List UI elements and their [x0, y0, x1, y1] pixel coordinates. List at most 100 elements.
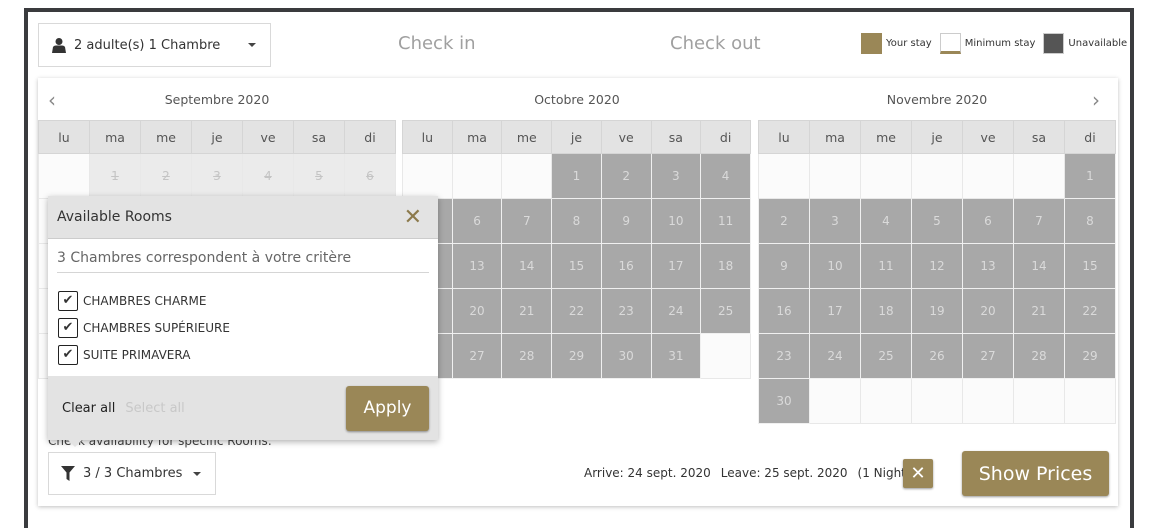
guests-label: 2 adulte(s) 1 Chambre [74, 37, 221, 53]
day-cell: 15 [1064, 243, 1116, 289]
room-option-primavera[interactable]: ✔ SUITE PRIMAVERA [58, 341, 438, 368]
legend-label-your-stay: Your stay [886, 38, 932, 49]
week-row: 567891011 [402, 198, 751, 244]
weekday-me: me [501, 120, 553, 154]
guests-dropdown[interactable]: 2 adulte(s) 1 Chambre [38, 23, 271, 67]
checkbox-checked-icon[interactable]: ✔ [58, 290, 78, 311]
day-cell: 16 [600, 243, 652, 289]
weekday-ve: ve [962, 120, 1014, 154]
room-filter-dropdown[interactable]: 3 / 3 Chambres [48, 452, 216, 495]
check-out-field[interactable]: Check out [670, 33, 761, 54]
day-cell: 1 [551, 153, 602, 199]
weekday-je: je [911, 120, 963, 154]
select-all-link[interactable]: Select all [125, 401, 346, 416]
day-cell: 8 [1064, 198, 1116, 244]
day-cell: 7 [1013, 198, 1065, 244]
weekday-lu: lu [758, 120, 810, 154]
weekday-je: je [551, 120, 602, 154]
day-cell: 26 [911, 333, 963, 379]
day-cell: 19 [911, 288, 963, 334]
chevron-down-icon [248, 43, 256, 47]
leave-date: Leave: 25 sept. 2020 [720, 466, 848, 480]
week-row: 19202122232425 [402, 288, 751, 334]
day-cell: 27 [962, 333, 1014, 379]
week-row: 23 24 25 26 27 28 29 [758, 333, 1116, 379]
day-cell: 1 [1064, 153, 1116, 199]
weekday-je: je [191, 120, 243, 154]
day-cell: 30 [600, 333, 652, 379]
empty-cell [451, 153, 503, 199]
day-cell: 11 [860, 243, 912, 289]
month-title-november: Novembre 2020 [886, 92, 988, 107]
day-cell: 4 [242, 153, 294, 199]
empty-cell [38, 153, 90, 199]
room-option-charme[interactable]: ✔ CHAMBRES CHARME [58, 287, 438, 314]
weekday-me: me [140, 120, 192, 154]
empty-cell [860, 378, 912, 424]
week-row: 123456 [38, 153, 396, 199]
close-icon[interactable]: ✕ [404, 205, 422, 230]
week-row: 9 10 11 12 13 14 15 [758, 243, 1116, 289]
user-icon [52, 38, 66, 53]
clear-all-link[interactable]: Clear all [62, 401, 115, 416]
check-in-field[interactable]: Check in [398, 33, 476, 54]
empty-cell [700, 333, 751, 379]
show-prices-button[interactable]: Show Prices [962, 451, 1109, 496]
day-cell: 4 [860, 198, 912, 244]
day-cell: 20 [451, 288, 503, 334]
legend-label-unavailable: Unavailable [1068, 38, 1128, 49]
popover-header: Available Rooms ✕ [48, 196, 438, 239]
day-cell: 24 [650, 288, 702, 334]
day-cell: 31 [650, 333, 702, 379]
week-row: 16 17 18 19 20 21 22 [758, 288, 1116, 334]
empty-cell [1064, 378, 1116, 424]
month-grid-november: lu ma me je ve sa di 1 2 3 4 5 6 7 8 9 10 11 12 13 14 15 16 17 1… [758, 120, 1116, 424]
apply-button[interactable]: Apply [346, 385, 429, 431]
chevron-down-icon [193, 471, 201, 476]
day-cell: 11 [700, 198, 751, 244]
day-cell: 1 [89, 153, 141, 199]
popover-footer: Clear all Select all Apply [48, 376, 438, 440]
day-cell: 17 [809, 288, 861, 334]
day-cell: 21 [1013, 288, 1065, 334]
weekday-ve: ve [600, 120, 652, 154]
day-cell: 7 [501, 198, 553, 244]
checkbox-checked-icon[interactable]: ✔ [58, 317, 78, 338]
empty-cell [911, 153, 963, 199]
room-label: SUITE PRIMAVERA [83, 347, 191, 362]
day-cell: 9 [758, 243, 810, 289]
day-cell: 4 [700, 153, 751, 199]
day-cell: 18 [700, 243, 751, 289]
empty-cell [911, 378, 963, 424]
day-cell: 23 [600, 288, 652, 334]
weekday-lu: lu [402, 120, 453, 154]
room-filter-label: 3 / 3 Chambres [83, 466, 183, 481]
day-cell: 21 [501, 288, 553, 334]
room-option-superieure[interactable]: ✔ CHAMBRES SUPÉRIEURE [58, 314, 438, 341]
day-cell: 2 [140, 153, 192, 199]
day-cell: 15 [551, 243, 602, 289]
day-cell: 29 [1064, 333, 1116, 379]
weekday-sa: sa [293, 120, 345, 154]
weekday-header-row: lu ma me je ve sa di [38, 120, 396, 154]
weekday-di: di [1064, 120, 1116, 154]
week-row: 2345678 [758, 198, 1116, 244]
checkbox-checked-icon[interactable]: ✔ [58, 344, 78, 365]
day-cell: 28 [501, 333, 553, 379]
weekday-ma: ma [89, 120, 141, 154]
day-cell: 14 [1013, 243, 1065, 289]
clear-dates-button[interactable]: ✕ [903, 459, 933, 488]
day-cell: 28 [1013, 333, 1065, 379]
day-cell: 6 [962, 198, 1014, 244]
legend-swatch-minimum-stay [939, 33, 961, 54]
empty-cell [501, 153, 553, 199]
weekday-di: di [700, 120, 751, 154]
day-cell: 2 [758, 198, 810, 244]
day-cell: 6 [344, 153, 396, 199]
day-cell: 3 [191, 153, 243, 199]
weekday-me: me [860, 120, 912, 154]
popover-title: Available Rooms [57, 209, 172, 225]
day-cell: 23 [758, 333, 810, 379]
day-cell: 9 [600, 198, 652, 244]
day-cell: 25 [700, 288, 751, 334]
